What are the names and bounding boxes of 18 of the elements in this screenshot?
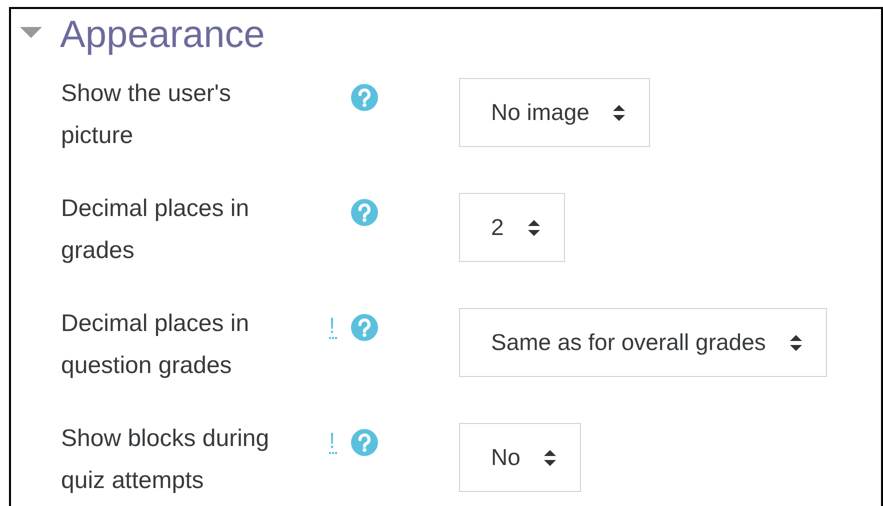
help-icon[interactable] [351,198,378,226]
dropdown[interactable]: 2 [459,193,565,262]
dropdown[interactable]: No [459,423,582,492]
dropdown[interactable]: No image [459,78,650,147]
setting-label: Show the user's picture [61,79,232,151]
sort-arrows-icon [790,334,802,350]
help-icon[interactable] [351,428,378,456]
dropdown[interactable]: Same as for overall grades [459,308,827,377]
section-title[interactable]: Appearance [60,13,265,57]
help-icon[interactable] [351,314,378,340]
sort-arrows-icon [544,450,556,466]
setting-label: Decimal places in question grades [61,309,250,381]
setting-label: Decimal places in grades [61,194,250,266]
help-icon[interactable] [351,84,378,110]
setting-label: Show blocks during quiz attempts [61,424,270,496]
collapse-caret-icon[interactable] [20,27,42,39]
sort-arrows-icon [528,220,540,236]
sort-arrows-icon [613,104,626,120]
